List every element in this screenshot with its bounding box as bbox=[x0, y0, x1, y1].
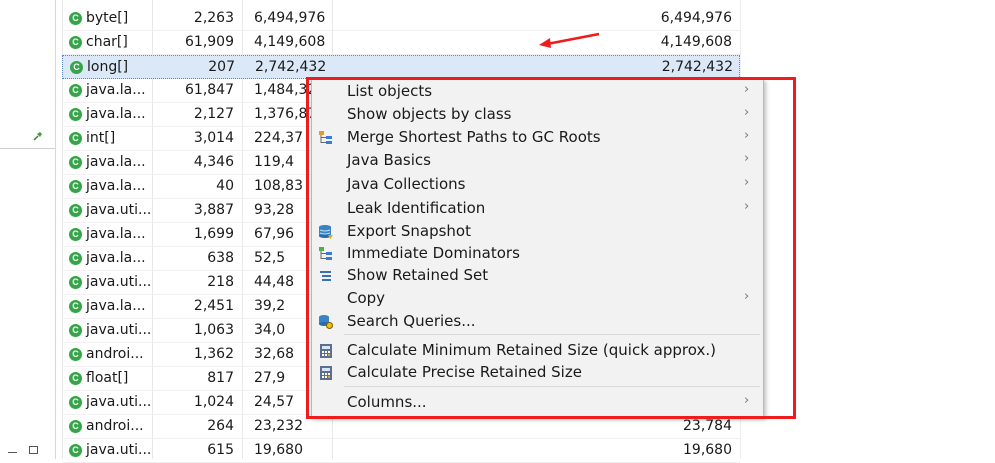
annotation-highlight-box bbox=[306, 77, 796, 419]
shallow-heap-cell: 34,0 bbox=[254, 322, 286, 338]
class-name-cell: java.uti... bbox=[86, 274, 152, 290]
shallow-heap-cell: 67,96 bbox=[254, 226, 295, 242]
class-icon: C bbox=[69, 36, 82, 49]
annotation-arrow bbox=[539, 32, 600, 48]
class-icon: C bbox=[69, 12, 82, 25]
shallow-heap-cell: 23,232 bbox=[254, 418, 303, 434]
objects-cell: 264 bbox=[207, 418, 234, 434]
class-icon: C bbox=[69, 108, 82, 121]
objects-cell: 1,063 bbox=[193, 322, 234, 338]
retained-heap-cell: 4,149,608 bbox=[660, 34, 732, 50]
class-icon: C bbox=[69, 204, 82, 217]
table-row[interactable]: Cchar[] 61,909 4,149,608 4,149,608 bbox=[62, 31, 740, 55]
objects-cell: 2,263 bbox=[193, 10, 234, 26]
objects-cell: 3,014 bbox=[193, 130, 234, 146]
class-icon: C bbox=[69, 156, 82, 169]
objects-cell: 61,847 bbox=[185, 82, 234, 98]
view-controls bbox=[0, 440, 55, 459]
left-pane-divider bbox=[0, 148, 55, 149]
objects-cell: 1,362 bbox=[193, 346, 234, 362]
objects-cell: 817 bbox=[207, 370, 234, 386]
objects-cell: 1,024 bbox=[193, 394, 234, 410]
objects-cell: 61,909 bbox=[185, 34, 234, 50]
class-icon: C bbox=[70, 61, 83, 74]
class-icon: C bbox=[69, 180, 82, 193]
class-icon: C bbox=[69, 420, 82, 433]
objects-cell: 207 bbox=[208, 59, 235, 75]
shallow-heap-cell: 119,4 bbox=[254, 154, 295, 170]
objects-cell: 2,451 bbox=[193, 298, 234, 314]
objects-cell: 638 bbox=[207, 250, 234, 266]
shallow-heap-cell: 2,742,432 bbox=[255, 59, 327, 75]
shallow-heap-cell: 27,9 bbox=[254, 370, 286, 386]
class-name-cell: java.uti... bbox=[86, 322, 152, 338]
objects-cell: 1,699 bbox=[193, 226, 234, 242]
class-icon: C bbox=[69, 324, 82, 337]
class-name-cell: java.la... bbox=[86, 82, 146, 98]
table-header bbox=[62, 0, 740, 4]
class-icon: C bbox=[69, 228, 82, 241]
class-name-cell: androi... bbox=[86, 346, 144, 362]
shallow-heap-cell: 32,68 bbox=[254, 346, 295, 362]
class-name-cell: int[] bbox=[86, 130, 116, 146]
class-icon: C bbox=[69, 348, 82, 361]
class-icon: C bbox=[69, 372, 82, 385]
objects-cell: 4,346 bbox=[193, 154, 234, 170]
retained-heap-cell: 6,494,976 bbox=[660, 10, 732, 26]
shallow-heap-cell: 44,48 bbox=[254, 274, 295, 290]
class-name-cell: androi... bbox=[86, 418, 144, 434]
table-row[interactable]: Cbyte[] 2,263 6,494,976 6,494,976 bbox=[62, 7, 740, 31]
class-icon: C bbox=[69, 132, 82, 145]
class-icon: C bbox=[69, 444, 82, 457]
objects-cell: 40 bbox=[216, 178, 234, 194]
retained-heap-cell: 23,784 bbox=[683, 418, 732, 434]
table-row[interactable]: Clong[] 207 2,742,432 2,742,432 bbox=[62, 55, 740, 79]
class-name-cell: java.la... bbox=[86, 298, 146, 314]
class-icon: C bbox=[69, 252, 82, 265]
class-icon: C bbox=[69, 276, 82, 289]
retained-heap-cell: 19,680 bbox=[683, 442, 732, 458]
shallow-heap-cell: 24,57 bbox=[254, 394, 295, 410]
class-name-cell: java.uti... bbox=[86, 442, 152, 458]
pin-icon[interactable] bbox=[33, 131, 43, 141]
class-name-cell: java.la... bbox=[86, 226, 146, 242]
shallow-heap-cell: 108,83 bbox=[254, 178, 303, 194]
objects-cell: 3,887 bbox=[193, 202, 234, 218]
shallow-heap-cell: 52,5 bbox=[254, 250, 286, 266]
maximize-icon[interactable] bbox=[29, 445, 38, 454]
shallow-heap-cell: 39,2 bbox=[254, 298, 286, 314]
class-icon: C bbox=[69, 396, 82, 409]
minimize-icon[interactable] bbox=[8, 452, 17, 453]
class-name-cell: java.la... bbox=[86, 178, 146, 194]
class-name-cell: java.la... bbox=[86, 106, 146, 122]
objects-cell: 2,127 bbox=[193, 106, 234, 122]
objects-cell: 218 bbox=[207, 274, 234, 290]
table-row[interactable]: Cjava.uti... 615 19,680 19,680 bbox=[62, 439, 740, 463]
class-name-cell: char[] bbox=[86, 34, 128, 50]
left-pane bbox=[0, 0, 56, 459]
class-name-cell: java.uti... bbox=[86, 202, 152, 218]
shallow-heap-cell: 6,494,976 bbox=[254, 10, 326, 26]
shallow-heap-cell: 4,149,608 bbox=[254, 34, 326, 50]
retained-heap-cell: 2,742,432 bbox=[661, 59, 733, 75]
shallow-heap-cell: 224,37 bbox=[254, 130, 303, 146]
shallow-heap-cell: 93,28 bbox=[254, 202, 295, 218]
class-icon: C bbox=[69, 300, 82, 313]
class-name-cell: java.la... bbox=[86, 154, 146, 170]
objects-cell: 615 bbox=[207, 442, 234, 458]
class-icon: C bbox=[69, 84, 82, 97]
class-name-cell: long[] bbox=[87, 59, 129, 75]
shallow-heap-cell: 19,680 bbox=[254, 442, 303, 458]
class-name-cell: byte[] bbox=[86, 10, 129, 26]
class-name-cell: java.uti... bbox=[86, 394, 152, 410]
class-name-cell: java.la... bbox=[86, 250, 146, 266]
class-name-cell: float[] bbox=[86, 370, 129, 386]
